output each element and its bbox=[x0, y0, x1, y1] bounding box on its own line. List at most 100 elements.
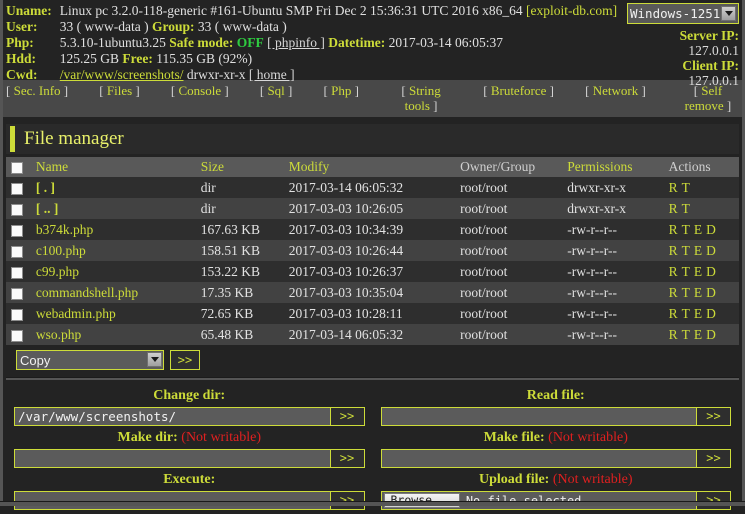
bulk-action-submit-button[interactable]: >> bbox=[170, 350, 200, 370]
action-touch-link[interactable]: T bbox=[682, 243, 690, 258]
action-read-link[interactable]: R bbox=[669, 285, 678, 300]
exploit-db-link[interactable]: [exploit-db.com] bbox=[526, 3, 617, 18]
action-delete-link[interactable]: D bbox=[706, 264, 716, 279]
read-file-submit-button[interactable]: >> bbox=[697, 407, 731, 426]
file-permissions-cell[interactable]: drwxr-xr-x bbox=[563, 177, 665, 198]
action-edit-link[interactable]: E bbox=[694, 285, 702, 300]
column-header-modify[interactable]: Modify bbox=[284, 157, 457, 177]
file-permissions-cell[interactable]: -rw-r--r-- bbox=[563, 240, 665, 261]
make-file-submit-button[interactable]: >> bbox=[697, 449, 731, 468]
action-read-link[interactable]: R bbox=[669, 180, 678, 195]
file-permissions-cell[interactable]: -rw-r--r-- bbox=[563, 219, 665, 240]
action-read-link[interactable]: R bbox=[669, 327, 678, 342]
nav-item-string-tools[interactable]: [ String tools ] bbox=[388, 83, 454, 113]
action-delete-link[interactable]: D bbox=[706, 327, 716, 342]
server-ip-value: 127.0.0.1 bbox=[688, 43, 739, 58]
home-link[interactable]: [ home ] bbox=[249, 67, 295, 82]
directory-link[interactable]: [ .. ] bbox=[36, 201, 59, 216]
nav-item-php[interactable]: [ Php ] bbox=[322, 83, 361, 98]
file-link[interactable]: wso.php bbox=[36, 327, 81, 342]
action-touch-link[interactable]: T bbox=[682, 327, 690, 342]
action-touch-link[interactable]: T bbox=[682, 222, 690, 237]
nav-link-php[interactable]: Php bbox=[331, 83, 351, 98]
file-link[interactable]: c100.php bbox=[36, 243, 86, 258]
file-actions-cell: RTED bbox=[664, 240, 739, 261]
file-link[interactable]: webadmin.php bbox=[36, 306, 116, 321]
nav-link-bruteforce[interactable]: Bruteforce bbox=[491, 83, 547, 98]
column-header-permissions[interactable]: Permissions bbox=[563, 157, 665, 177]
file-table-body: [ . ] dir 2017-03-14 06:05:32 root/root drwx… bbox=[6, 177, 739, 345]
phpinfo-link[interactable]: [ phpinfo ] bbox=[267, 35, 325, 50]
nav-link-files[interactable]: Files bbox=[107, 83, 132, 98]
row-select-checkbox[interactable] bbox=[11, 287, 23, 300]
file-permissions-cell[interactable]: -rw-r--r-- bbox=[563, 303, 665, 324]
make-dir-input[interactable] bbox=[14, 449, 331, 468]
file-actions-cell: RT bbox=[664, 198, 739, 219]
nav-link-console[interactable]: Console bbox=[178, 83, 221, 98]
action-delete-link[interactable]: D bbox=[706, 306, 716, 321]
free-value: 115.35 GB (92%) bbox=[156, 51, 253, 66]
read-file-input[interactable] bbox=[380, 407, 697, 426]
file-permissions-cell[interactable]: -rw-r--r-- bbox=[563, 261, 665, 282]
nav-item-sec-info[interactable]: [ Sec. Info ] bbox=[4, 83, 70, 98]
action-delete-link[interactable]: D bbox=[706, 222, 716, 237]
nav-item-sql[interactable]: [ Sql ] bbox=[258, 83, 295, 98]
file-size-cell: 65.48 KB bbox=[196, 324, 285, 345]
cwd-permissions: drwxr-xr-x bbox=[186, 67, 246, 82]
column-header-name[interactable]: Name bbox=[31, 157, 197, 177]
make-file-input[interactable] bbox=[380, 449, 697, 468]
action-touch-link[interactable]: T bbox=[682, 306, 690, 321]
safemode-label: Safe mode: bbox=[169, 35, 234, 50]
row-select-checkbox[interactable] bbox=[11, 266, 23, 279]
group-value: 33 ( www-data ) bbox=[197, 19, 287, 34]
nav-item-files[interactable]: [ Files ] bbox=[97, 83, 141, 98]
action-edit-link[interactable]: E bbox=[694, 264, 702, 279]
action-edit-link[interactable]: E bbox=[694, 243, 702, 258]
action-read-link[interactable]: R bbox=[669, 264, 678, 279]
nav-link-sql[interactable]: Sql bbox=[267, 83, 284, 98]
action-delete-link[interactable]: D bbox=[706, 285, 716, 300]
file-permissions-cell[interactable]: -rw-r--r-- bbox=[563, 324, 665, 345]
row-select-checkbox[interactable] bbox=[11, 182, 23, 195]
action-touch-link[interactable]: T bbox=[682, 201, 690, 216]
make-dir-submit-button[interactable]: >> bbox=[330, 449, 365, 468]
row-select-checkbox[interactable] bbox=[11, 245, 23, 258]
change-dir-row: >> bbox=[14, 407, 365, 426]
file-link[interactable]: commandshell.php bbox=[36, 285, 138, 300]
encoding-select[interactable]: Windows-1251 bbox=[627, 3, 739, 24]
action-edit-link[interactable]: E bbox=[694, 222, 702, 237]
change-dir-input[interactable] bbox=[14, 407, 331, 426]
nav-link-sec-info[interactable]: Sec. Info bbox=[14, 83, 61, 98]
file-link[interactable]: b374k.php bbox=[36, 222, 93, 237]
file-actions-cell: RTED bbox=[664, 324, 739, 345]
row-select-checkbox[interactable] bbox=[11, 203, 23, 216]
datetime-label: Datetime: bbox=[328, 35, 386, 50]
nav-item-bruteforce[interactable]: [ Bruteforce ] bbox=[481, 83, 556, 98]
action-touch-link[interactable]: T bbox=[682, 180, 690, 195]
row-select-checkbox[interactable] bbox=[11, 329, 23, 342]
action-edit-link[interactable]: E bbox=[694, 306, 702, 321]
action-touch-link[interactable]: T bbox=[682, 264, 690, 279]
action-edit-link[interactable]: E bbox=[694, 327, 702, 342]
action-read-link[interactable]: R bbox=[669, 306, 678, 321]
action-read-link[interactable]: R bbox=[669, 201, 678, 216]
change-dir-submit-button[interactable]: >> bbox=[330, 407, 365, 426]
action-read-link[interactable]: R bbox=[669, 222, 678, 237]
cwd-path-link[interactable]: /var/www/screenshots/ bbox=[60, 67, 184, 82]
row-select-checkbox[interactable] bbox=[11, 308, 23, 321]
select-all-checkbox[interactable] bbox=[11, 161, 23, 174]
column-header-size[interactable]: Size bbox=[196, 157, 285, 177]
action-delete-link[interactable]: D bbox=[706, 243, 716, 258]
nav-link-string-tools[interactable]: String tools bbox=[405, 83, 441, 113]
nav-item-console[interactable]: [ Console ] bbox=[169, 83, 231, 98]
file-permissions-cell[interactable]: -rw-r--r-- bbox=[563, 282, 665, 303]
row-select-cell bbox=[6, 177, 32, 198]
row-select-checkbox[interactable] bbox=[11, 224, 23, 237]
directory-link[interactable]: [ . ] bbox=[36, 180, 55, 195]
file-permissions-cell[interactable]: drwxr-xr-x bbox=[563, 198, 665, 219]
action-touch-link[interactable]: T bbox=[682, 285, 690, 300]
file-size-cell: 72.65 KB bbox=[196, 303, 285, 324]
action-read-link[interactable]: R bbox=[669, 243, 678, 258]
bulk-action-select[interactable]: Copy bbox=[16, 350, 164, 370]
file-link[interactable]: c99.php bbox=[36, 264, 79, 279]
